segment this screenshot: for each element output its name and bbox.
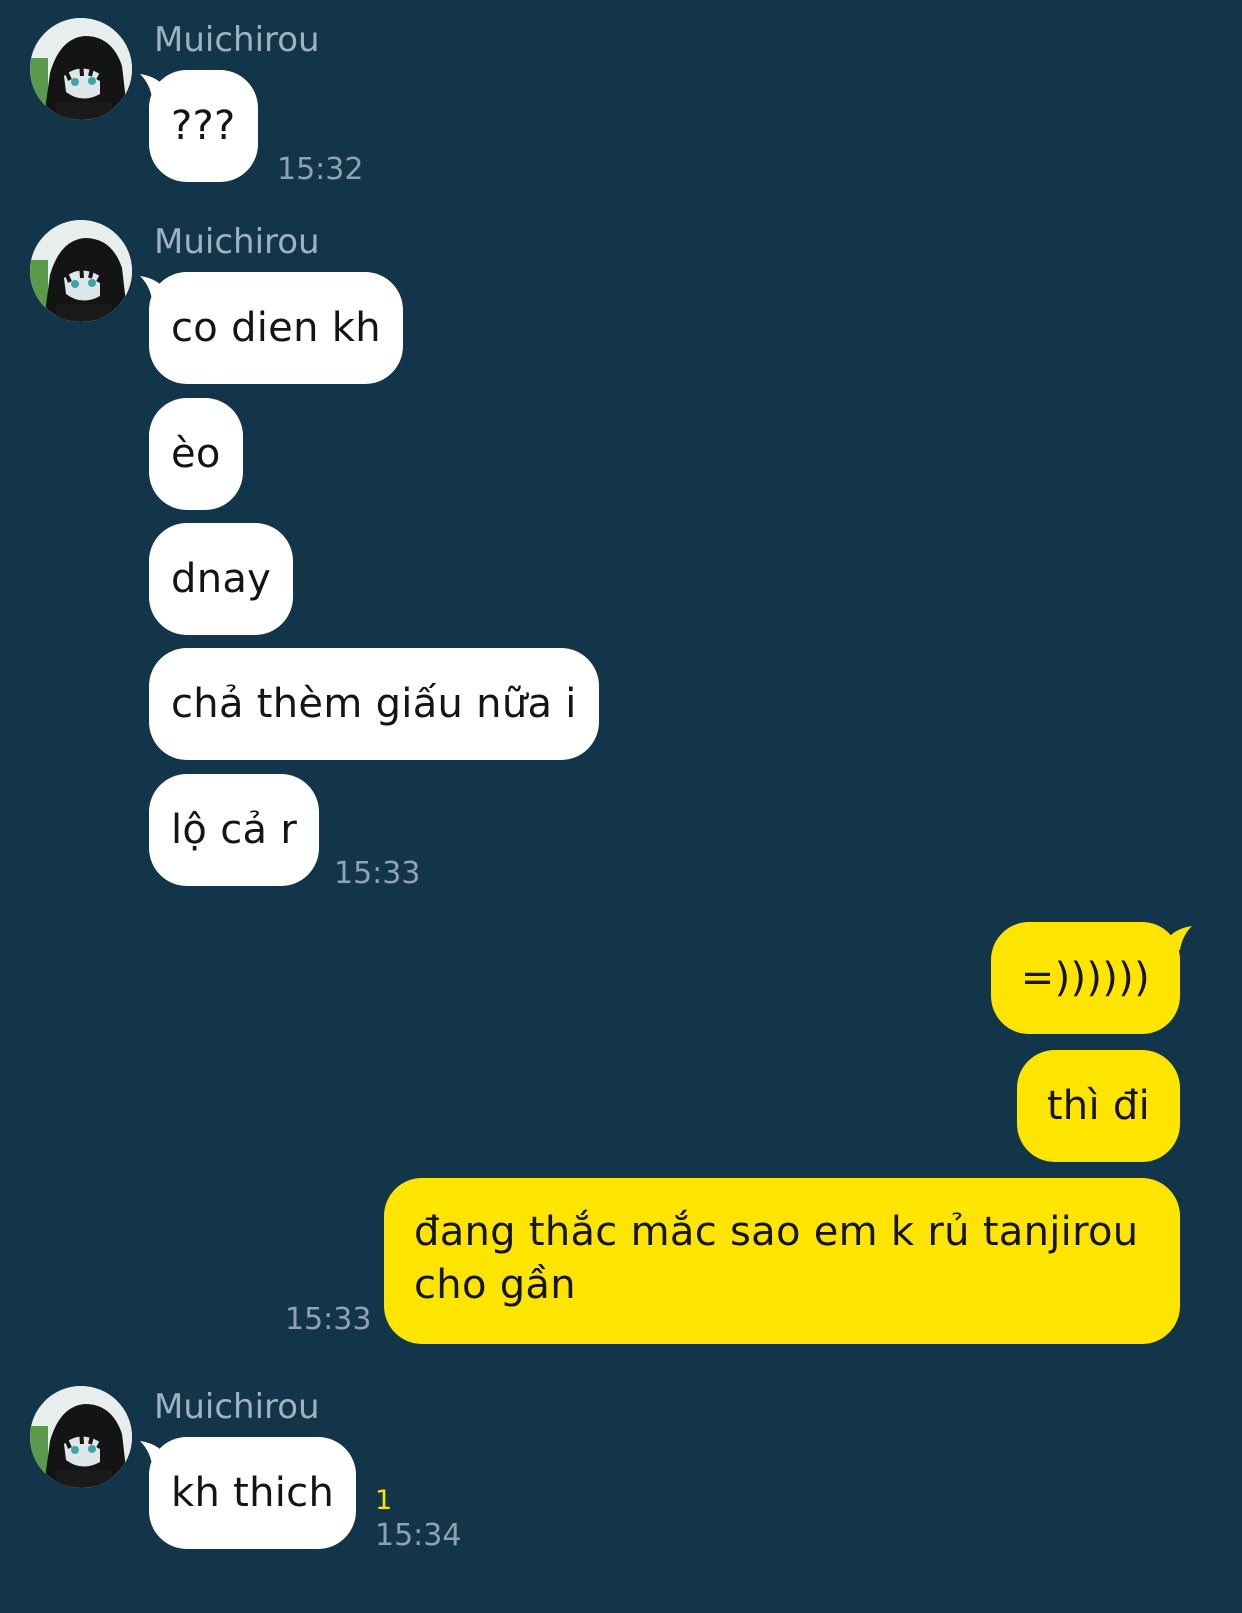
message-timestamp: 15:34: [375, 1518, 462, 1553]
contact-avatar[interactable]: [30, 18, 132, 120]
message-bubble-incoming[interactable]: kh thich: [149, 1437, 357, 1549]
message-bubble-incoming[interactable]: dnay: [149, 523, 294, 635]
sender-name: Muichirou: [154, 1387, 320, 1427]
message-timestamp: 15:32: [277, 152, 364, 187]
message-timestamp: 15:33: [334, 856, 421, 891]
sender-name: Muichirou: [154, 20, 320, 60]
message-bubble-incoming[interactable]: chả thèm giấu nữa i: [149, 648, 599, 760]
message-timestamp: 15:33: [285, 1302, 372, 1337]
avatar-image: [30, 1386, 132, 1488]
message-bubble-incoming[interactable]: lộ cả r: [149, 774, 320, 886]
message-bubble-incoming[interactable]: èo: [149, 398, 243, 510]
unread-count: 1: [375, 1485, 393, 1516]
sender-name: Muichirou: [154, 222, 320, 262]
message-bubble-outgoing[interactable]: đang thắc mắc sao em k rủ tanjirou cho g…: [384, 1178, 1180, 1344]
avatar-image: [30, 18, 132, 120]
contact-avatar[interactable]: [30, 1386, 132, 1488]
contact-avatar[interactable]: [30, 220, 132, 322]
message-bubble-outgoing[interactable]: =)))))): [990, 922, 1180, 1034]
message-bubble-incoming[interactable]: co dien kh: [149, 272, 403, 384]
message-bubble-outgoing[interactable]: thì đi: [1016, 1050, 1180, 1162]
message-bubble-incoming[interactable]: ???: [149, 70, 258, 182]
avatar-image: [30, 220, 132, 322]
